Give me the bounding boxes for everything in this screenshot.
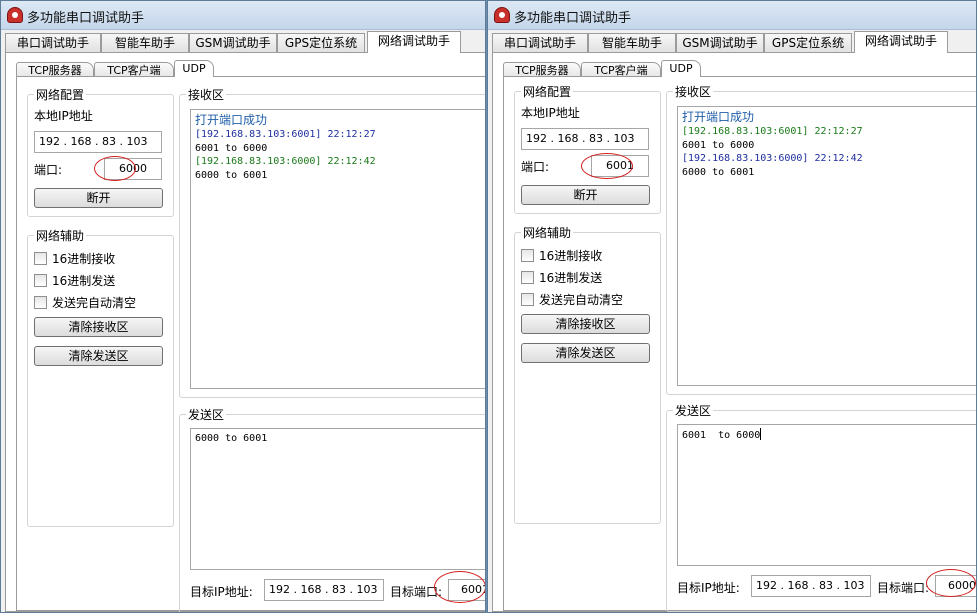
checkbox-icon [521,271,534,284]
receive-group: 接收区 打开端口成功 [192.168.83.103:6001] 22:12:2… [179,86,485,398]
clear-send-button[interactable]: 清除发送区 [521,343,650,363]
local-ip-field[interactable]: 192 . 168 . 83 . 103 [34,131,162,153]
target-port-field[interactable]: 6001 [448,579,485,601]
tab-gps[interactable]: GPS定位系统 [277,33,365,52]
checkbox-icon [521,249,534,262]
receive-line: 6000 to 6001 [195,169,268,181]
receive-line: [192.168.83.103:6001] 22:12:27 [195,129,376,140]
clear-receive-button[interactable]: 清除接收区 [521,314,650,334]
app-icon [7,7,23,23]
local-ip-label: 本地IP地址 [34,109,93,123]
target-port-label: 目标端口: [390,585,443,599]
target-port-field[interactable]: 6000 [935,575,976,597]
subtab-udp[interactable]: UDP [661,60,701,77]
hex-send-checkbox[interactable]: 16进制发送 [521,269,602,286]
network-config-group: 网络配置 本地IP地址 192 . 168 . 83 . 103 端口: 600… [27,86,174,217]
tab-network[interactable]: 网络调试助手 [367,31,461,53]
receive-line: [192.168.83.103:6001] 22:12:27 [682,126,863,137]
hex-receive-checkbox[interactable]: 16进制接收 [521,247,602,264]
port-label: 端口: [521,160,550,174]
receive-line: 6000 to 6001 [682,166,755,178]
send-textarea[interactable]: 6001 to 6000 [677,424,976,566]
subtab-tcp-server[interactable]: TCP服务器 [16,62,94,77]
tab-serial[interactable]: 串口调试助手 [492,33,588,52]
hex-send-checkbox[interactable]: 16进制发送 [34,272,115,289]
subtab-tcp-client[interactable]: TCP客户端 [94,62,174,77]
disconnect-button[interactable]: 断开 [521,185,650,205]
title-bar[interactable]: 多功能串口调试助手 [1,1,485,30]
auto-clear-checkbox[interactable]: 发送完自动清空 [521,291,623,308]
window-title: 多功能串口调试助手 [514,11,632,26]
hex-receive-checkbox[interactable]: 16进制接收 [34,250,115,267]
disconnect-button[interactable]: 断开 [34,188,163,208]
network-config-group: 网络配置 本地IP地址 192 . 168 . 83 . 103 端口: 600… [514,83,661,214]
window-right: 多功能串口调试助手 串口调试助手 智能车助手 GSM调试助手 GPS定位系统 网… [487,0,977,613]
local-ip-label: 本地IP地址 [521,106,580,120]
text-caret [760,428,762,440]
receive-title: 接收区 [673,83,714,100]
network-aux-title: 网络辅助 [521,224,574,241]
target-ip-field[interactable]: 192 . 168 . 83 . 103 [264,579,384,601]
tab-network[interactable]: 网络调试助手 [854,31,948,53]
target-ip-label: 目标IP地址: [190,585,253,599]
udp-panel: 网络配置 本地IP地址 192 . 168 . 83 . 103 端口: 600… [16,76,485,612]
network-tab-body: TCP服务器 TCP客户端 UDP 网络配置 本地IP地址 192 . 168 … [5,52,485,612]
send-title: 发送区 [186,406,227,423]
tab-serial[interactable]: 串口调试助手 [5,33,101,52]
receive-line: [192.168.83.103:6000] 22:12:42 [195,156,376,167]
tab-gsm[interactable]: GSM调试助手 [189,33,277,52]
port-field[interactable]: 6001 [591,155,649,177]
tab-gsm[interactable]: GSM调试助手 [676,33,764,52]
window-title: 多功能串口调试助手 [27,11,145,26]
main-tabbar: 串口调试助手 智能车助手 GSM调试助手 GPS定位系统 网络调试助手 [492,31,976,53]
subtab-tcp-server[interactable]: TCP服务器 [503,62,581,77]
network-aux-group: 网络辅助 16进制接收 16进制发送 发送完自动清空 清除接收区 清除发送区 [514,224,661,524]
local-ip-field[interactable]: 192 . 168 . 83 . 103 [521,128,649,150]
checkbox-icon [521,293,534,306]
receive-line: 打开端口成功 [682,110,755,124]
main-tabbar: 串口调试助手 智能车助手 GSM调试助手 GPS定位系统 网络调试助手 [5,31,485,53]
clear-send-button[interactable]: 清除发送区 [34,346,163,366]
receive-line: 打开端口成功 [195,113,268,127]
receive-line: [192.168.83.103:6000] 22:12:42 [682,153,863,164]
receive-line: 6001 to 6000 [195,142,268,154]
target-ip-label: 目标IP地址: [677,581,740,595]
tab-smartcar[interactable]: 智能车助手 [588,33,676,52]
udp-panel: 网络配置 本地IP地址 192 . 168 . 83 . 103 端口: 600… [503,76,976,612]
receive-textarea[interactable]: 打开端口成功 [192.168.83.103:6001] 22:12:27 60… [677,106,976,386]
auto-clear-checkbox[interactable]: 发送完自动清空 [34,294,136,311]
network-aux-title: 网络辅助 [34,227,87,244]
network-tab-body: TCP服务器 TCP客户端 UDP 网络配置 本地IP地址 192 . 168 … [492,52,976,612]
tab-smartcar[interactable]: 智能车助手 [101,33,189,52]
send-textarea[interactable]: 6000 to 6001 [190,428,485,570]
subtab-udp[interactable]: UDP [174,60,214,77]
checkbox-icon [34,274,47,287]
receive-textarea[interactable]: 打开端口成功 [192.168.83.103:6001] 22:12:27 60… [190,109,485,389]
tab-gps[interactable]: GPS定位系统 [764,33,852,52]
title-bar[interactable]: 多功能串口调试助手 [488,1,976,30]
target-port-label: 目标端口: [877,581,930,595]
receive-line: 6001 to 6000 [682,139,755,151]
send-group: 发送区 6000 to 6001 目标IP地址: 192 . 168 . 83 … [179,406,485,612]
subtab-tcp-client[interactable]: TCP客户端 [581,62,661,77]
clear-receive-button[interactable]: 清除接收区 [34,317,163,337]
checkbox-icon [34,252,47,265]
send-title: 发送区 [673,402,714,419]
receive-group: 接收区 打开端口成功 [192.168.83.103:6001] 22:12:2… [666,83,976,395]
port-field[interactable]: 6000 [104,158,162,180]
app-icon [494,7,510,23]
network-config-title: 网络配置 [521,83,574,100]
network-aux-group: 网络辅助 16进制接收 16进制发送 发送完自动清空 清除接收区 清除发送区 [27,227,174,527]
receive-title: 接收区 [186,86,227,103]
target-ip-field[interactable]: 192 . 168 . 83 . 103 [751,575,871,597]
checkbox-icon [34,296,47,309]
network-config-title: 网络配置 [34,86,87,103]
port-label: 端口: [34,163,63,177]
window-left: 多功能串口调试助手 串口调试助手 智能车助手 GSM调试助手 GPS定位系统 网… [0,0,486,613]
send-group: 发送区 6001 to 6000 目标IP地址: 192 . 168 . 83 … [666,402,976,612]
